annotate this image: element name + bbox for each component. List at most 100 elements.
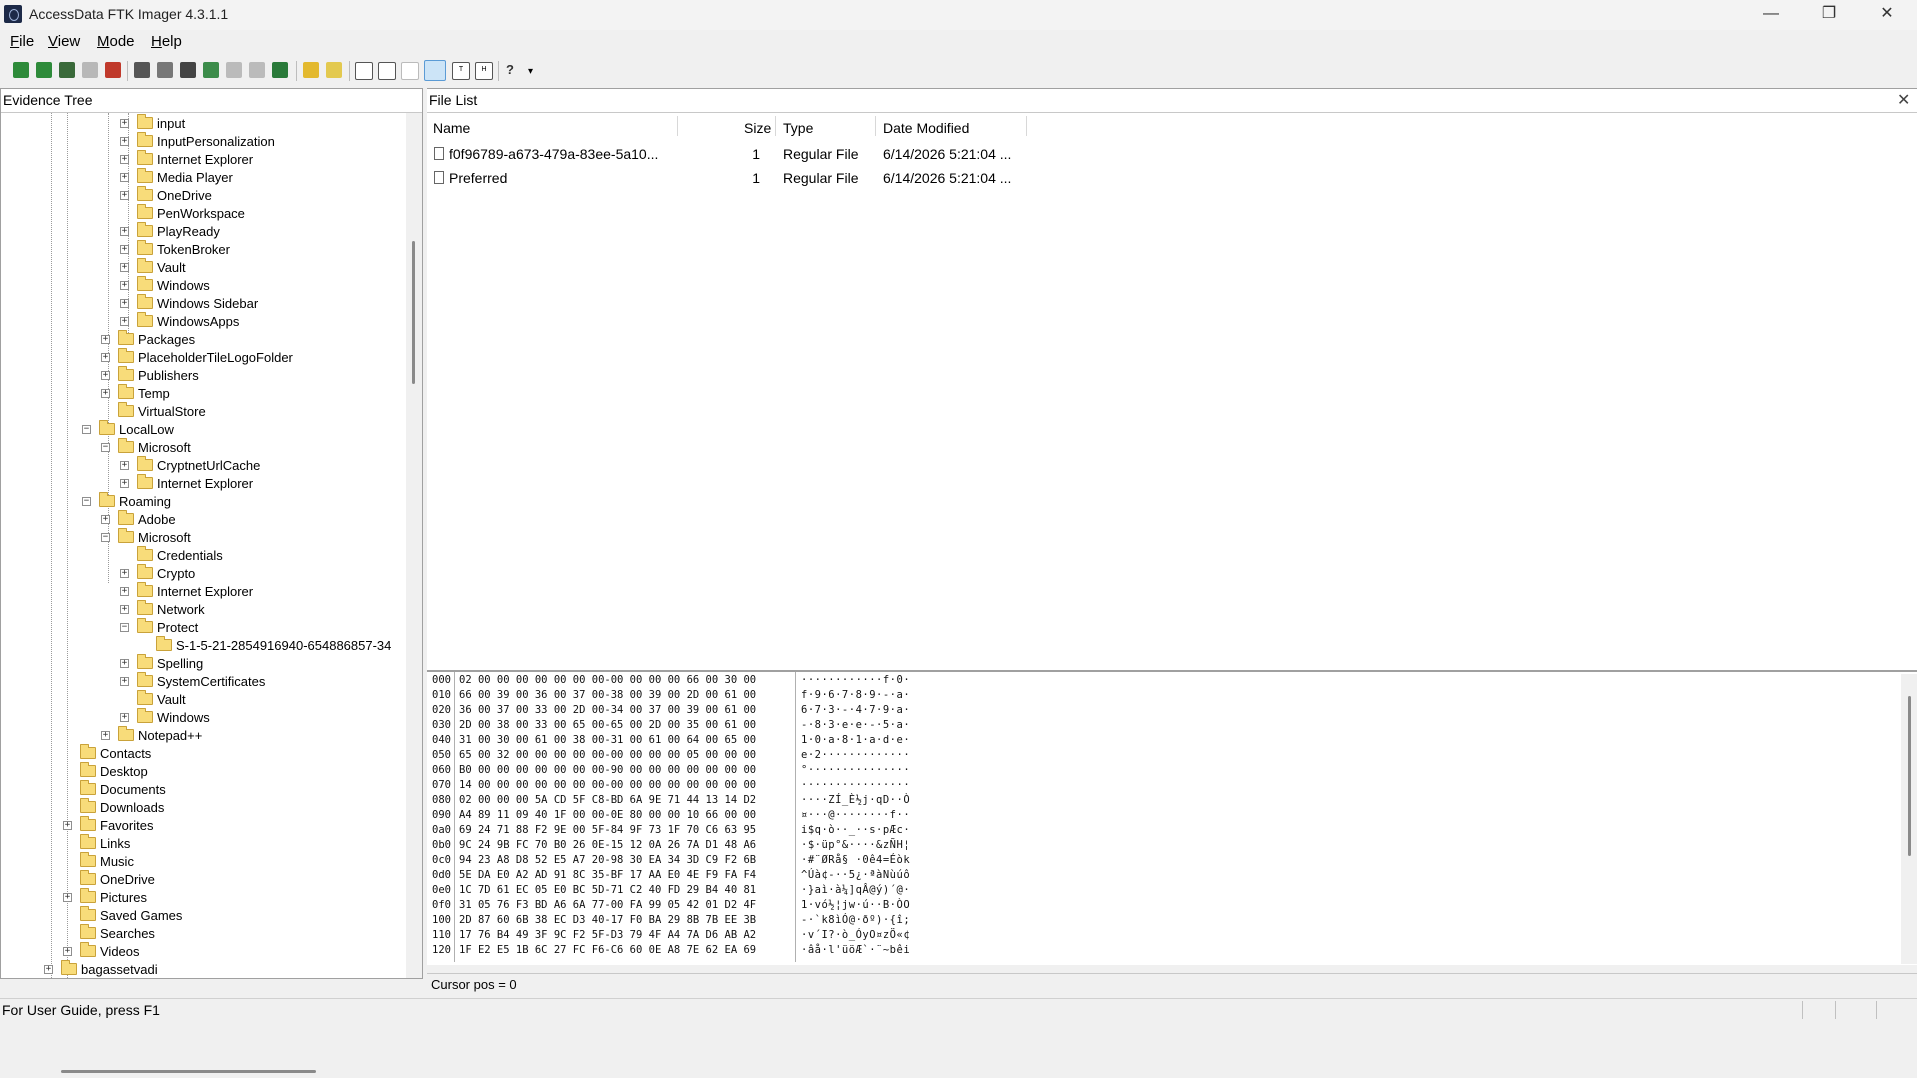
hex-bytes[interactable]: 1F E2 E5 1B 6C 27 FC F6-C6 60 0E A8 7E 6… xyxy=(459,944,756,959)
decrypt-icon[interactable] xyxy=(249,62,265,78)
column-divider[interactable] xyxy=(1026,116,1027,136)
tree-item[interactable]: + Network xyxy=(1,600,405,619)
expand-icon[interactable]: + xyxy=(120,281,129,290)
tree-item[interactable]: Documents xyxy=(1,780,405,799)
tree-item[interactable]: + Temp xyxy=(1,384,405,403)
tree-item[interactable]: + OneDrive xyxy=(1,186,405,205)
menu-file[interactable]: File xyxy=(10,33,34,50)
column-header-size[interactable]: Size xyxy=(744,120,771,136)
remove-evidence-icon[interactable] xyxy=(82,62,98,78)
expand-icon[interactable]: + xyxy=(120,677,129,686)
tree-item[interactable]: + Favorites xyxy=(1,816,405,835)
hex-view-pane[interactable]: 000 02 00 00 00 00 00 00 00-00 00 00 00 6… xyxy=(427,670,1917,965)
add-all-evidence-icon[interactable] xyxy=(36,62,52,78)
tree-item[interactable]: Music xyxy=(1,852,405,871)
auto-view-icon[interactable] xyxy=(424,60,446,81)
close-pane-icon[interactable]: ✕ xyxy=(1897,90,1910,110)
tree-item[interactable]: Desktop xyxy=(1,762,405,781)
hex-ascii[interactable]: °··············· xyxy=(801,764,910,779)
menu-help[interactable]: Help xyxy=(151,33,182,50)
menu-mode[interactable]: Mode xyxy=(97,33,135,50)
hex-bytes[interactable]: 02 00 00 00 5A CD 5F C8-BD 6A 9E 71 44 1… xyxy=(459,794,756,809)
tree-item[interactable]: + Windows xyxy=(1,276,405,295)
expand-icon[interactable]: + xyxy=(120,713,129,722)
tree-item[interactable]: + TokenBroker xyxy=(1,240,405,259)
expand-icon[interactable]: + xyxy=(120,659,129,668)
hex-view-icon[interactable]: H xyxy=(475,62,493,80)
image-mounting-icon[interactable] xyxy=(59,62,75,78)
create-disk-image-icon[interactable] xyxy=(134,62,150,78)
collapse-icon[interactable]: − xyxy=(101,533,110,542)
hex-ascii[interactable]: ^Úà¢-··5¿·ªàNùúô xyxy=(801,869,910,884)
tree-item[interactable]: + InputPersonalization xyxy=(1,132,405,151)
hex-bytes[interactable]: 94 23 A8 D8 52 E5 A7 20-98 30 EA 34 3D C… xyxy=(459,854,756,869)
tree-item[interactable]: + Adobe xyxy=(1,510,405,529)
tree-item[interactable]: + Vault xyxy=(1,258,405,277)
expand-icon[interactable]: + xyxy=(101,515,110,524)
evidence-tree[interactable]: + input + InputPersonalization + Internet Exp… xyxy=(1,113,405,978)
tree-item[interactable]: + PlayReady xyxy=(1,222,405,241)
expand-icon[interactable]: + xyxy=(120,263,129,272)
file-row[interactable]: f0f96789-a673-479a-83ee-5a10... 1 Regula… xyxy=(427,144,1037,164)
hex-ascii[interactable]: 1·0·a·8·1·a·d·e· xyxy=(801,734,910,749)
tree-item[interactable]: − Microsoft xyxy=(1,528,405,547)
tree-item[interactable]: + bagassetvadi xyxy=(1,960,405,978)
tree-item[interactable]: − Microsoft xyxy=(1,438,405,457)
tree-item[interactable]: Credentials xyxy=(1,546,405,565)
hex-ascii[interactable]: f·9·6·7·8·9·-·a· xyxy=(801,689,910,704)
collapse-icon[interactable]: − xyxy=(120,623,129,632)
hex-bytes[interactable]: B0 00 00 00 00 00 00 00-90 00 00 00 00 0… xyxy=(459,764,756,779)
tree-item[interactable]: PenWorkspace xyxy=(1,204,405,223)
expand-icon[interactable]: + xyxy=(63,821,72,830)
hex-bytes[interactable]: 36 00 37 00 33 00 2D 00-34 00 37 00 39 0… xyxy=(459,704,756,719)
tree-item[interactable]: Vault xyxy=(1,690,405,709)
export-hash-icon[interactable] xyxy=(326,62,342,78)
expand-icon[interactable]: + xyxy=(101,353,110,362)
hex-ascii[interactable]: -·`k8ìÓ@·ðº)·{î; xyxy=(801,914,910,929)
tree-item[interactable]: + Media Player xyxy=(1,168,405,187)
hex-bytes[interactable]: 17 76 B4 49 3F 9C F2 5F-D3 79 4F A4 7A D… xyxy=(459,929,756,944)
tree-item[interactable]: + PlaceholderTileLogoFolder xyxy=(1,348,405,367)
hex-bytes[interactable]: 5E DA E0 A2 AD 91 8C 35-BF 17 AA E0 4E F… xyxy=(459,869,756,884)
tree-item[interactable]: + Crypto xyxy=(1,564,405,583)
tree-item[interactable]: + Videos xyxy=(1,942,405,961)
toolbar-dropdown-icon[interactable]: ▾ xyxy=(528,66,533,77)
hex-interpreter-icon[interactable] xyxy=(401,62,419,80)
tree-item[interactable]: + Notepad++ xyxy=(1,726,405,745)
tree-item[interactable]: Downloads xyxy=(1,798,405,817)
tree-item[interactable]: + CryptnetUrlCache xyxy=(1,456,405,475)
column-divider[interactable] xyxy=(775,116,776,136)
tree-item[interactable]: OneDrive xyxy=(1,870,405,889)
tree-item[interactable]: + Internet Explorer xyxy=(1,582,405,601)
tree-item[interactable]: + WindowsApps xyxy=(1,312,405,331)
column-header-name[interactable]: Name xyxy=(433,120,470,136)
hex-ascii[interactable]: i$q·ò··_··s·pÆc· xyxy=(801,824,910,839)
file-row[interactable]: Preferred 1 Regular File 6/14/2026 5:21:… xyxy=(427,168,1037,188)
hex-vertical-scrollbar[interactable] xyxy=(1901,674,1917,964)
tree-vertical-scrollbar[interactable] xyxy=(406,113,422,978)
tree-item[interactable]: Contacts xyxy=(1,744,405,763)
hex-ascii[interactable]: ················ xyxy=(801,779,910,794)
tree-item[interactable]: VirtualStore xyxy=(1,402,405,421)
tree-item[interactable]: − Protect xyxy=(1,618,405,637)
hex-bytes[interactable]: 31 05 76 F3 BD A6 6A 77-00 FA 99 05 42 0… xyxy=(459,899,756,914)
hex-ascii[interactable]: ·âå·l'üöÆ`·¨~bêi xyxy=(801,944,910,959)
expand-icon[interactable]: + xyxy=(63,947,72,956)
hex-vertical-scroll-thumb[interactable] xyxy=(1908,696,1911,856)
tree-horizontal-scrollbar[interactable] xyxy=(1,1064,422,1078)
minimize-icon[interactable]: — xyxy=(1742,0,1800,30)
tree-item[interactable]: Saved Games xyxy=(1,906,405,925)
hex-bytes[interactable]: 66 00 39 00 36 00 37 00-38 00 39 00 2D 0… xyxy=(459,689,756,704)
tree-item[interactable]: + Internet Explorer xyxy=(1,474,405,493)
add-evidence-icon[interactable] xyxy=(13,62,29,78)
hex-bytes[interactable]: 02 00 00 00 00 00 00 00-00 00 00 00 66 0… xyxy=(459,674,756,689)
tree-item[interactable]: − Roaming xyxy=(1,492,405,511)
export-logical-image-icon[interactable] xyxy=(180,62,196,78)
export-files-icon[interactable] xyxy=(303,62,319,78)
hex-bytes[interactable]: 14 00 00 00 00 00 00 00-00 00 00 00 00 0… xyxy=(459,779,756,794)
tree-item[interactable]: + Spelling xyxy=(1,654,405,673)
expand-icon[interactable]: + xyxy=(120,479,129,488)
expand-icon[interactable]: + xyxy=(101,389,110,398)
expand-icon[interactable]: + xyxy=(120,227,129,236)
hex-ascii[interactable]: ·$·üp°&····&zÑH¦ xyxy=(801,839,910,854)
